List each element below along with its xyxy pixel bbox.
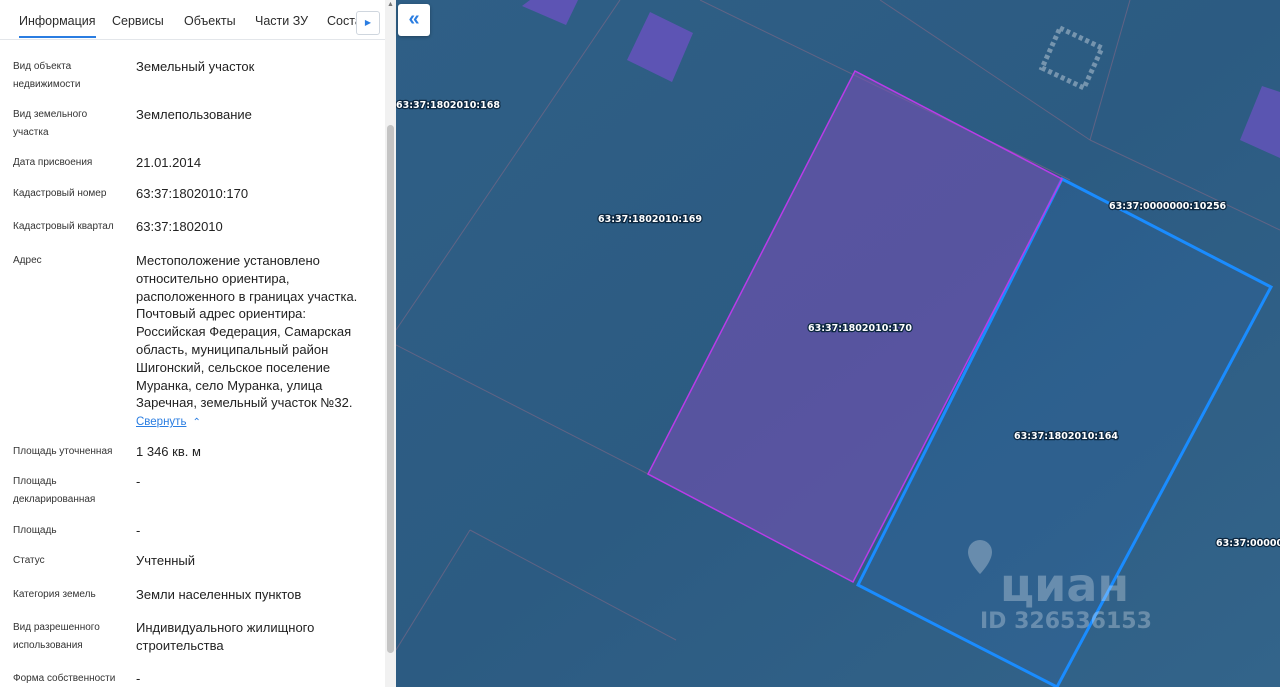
label-cadastral-quarter: Кадастровый квартал (13, 221, 114, 232)
tabs-next-button[interactable]: ▶ (356, 11, 380, 35)
map-view[interactable]: 63:37:1802010:168 63:37:1802010:169 63:3… (396, 0, 1280, 687)
value-assign-date: 21.01.2014 (136, 155, 202, 170)
label-ownership: Форма собственности (13, 673, 116, 684)
label-address: Адрес (13, 255, 42, 266)
value-area: - (136, 523, 141, 538)
map-canvas[interactable]: 63:37:1802010:168 63:37:1802010:169 63:3… (396, 0, 1280, 687)
label-area: Площадь (13, 525, 57, 536)
label-land-type: Вид земельного участка (13, 109, 88, 138)
parcel-label-164: 63:37:1802010:164 (1014, 431, 1118, 442)
value-area-declared: - (136, 474, 141, 489)
parcel-label-168: 63:37:1802010:168 (396, 100, 500, 111)
value-ownership: - (136, 671, 141, 686)
value-land-type: Землепользование (136, 107, 252, 122)
panel-scrollbar[interactable]: ▲ (385, 0, 396, 687)
parcel-label-169: 63:37:1802010:169 (598, 214, 702, 225)
label-area-declared: Площадь декларированная (13, 476, 96, 505)
tab-services[interactable]: Сервисы (112, 0, 164, 38)
tab-parts[interactable]: Части ЗУ (255, 0, 308, 38)
parcel-label-170: 63:37:1802010:170 (808, 323, 912, 334)
value-object-type: Земельный участок (136, 59, 255, 74)
value-area-refined: 1 346 кв. м (136, 444, 201, 459)
value-address-block: Местоположение установлено относительно … (136, 252, 372, 432)
label-status: Статус (13, 555, 45, 566)
scrollbar-thumb[interactable] (387, 125, 394, 653)
value-address: Местоположение установлено относительно … (136, 253, 358, 411)
info-panel: Информация Сервисы Объекты Части ЗУ Сост… (0, 0, 396, 687)
parcel-label-10256: 63:37:0000000:10256 (1109, 201, 1227, 212)
label-land-category: Категория земель (13, 589, 96, 600)
collapse-panel-button[interactable]: « (398, 4, 430, 36)
value-cadastral-number: 63:37:1802010:170 (136, 186, 249, 201)
label-assign-date: Дата присвоения (13, 157, 93, 168)
parcel-label-partial: 63:37:000000 (1216, 538, 1280, 549)
label-permitted-use: Вид разрешенного использования (13, 622, 100, 651)
info-list: Вид объекта недвижимости Земельный участ… (0, 39, 385, 687)
scroll-up-arrow-icon[interactable]: ▲ (386, 0, 395, 10)
chevron-up-icon: ⌃ (192, 417, 201, 429)
collapse-address-link[interactable]: Свернуть ⌃ (136, 414, 201, 432)
value-status: Учтенный (136, 553, 196, 568)
tab-bar: Информация Сервисы Объекты Части ЗУ Сост… (0, 0, 385, 40)
label-object-type: Вид объекта недвижимости (13, 61, 81, 90)
label-area-refined: Площадь уточненная (13, 446, 113, 457)
watermark-id: ID 326536153 (980, 609, 1152, 634)
collapse-label: Свернуть (136, 416, 187, 429)
value-cadastral-quarter: 63:37:1802010 (136, 219, 223, 234)
value-permitted-use: Индивидуального жилищного строительства (136, 620, 315, 653)
double-chevron-left-icon: « (408, 8, 420, 30)
value-land-category: Земли населенных пунктов (136, 587, 302, 602)
tab-information[interactable]: Информация (19, 0, 96, 38)
watermark-brand: циан (1000, 558, 1129, 612)
triangle-right-icon: ▶ (364, 18, 372, 27)
tab-objects[interactable]: Объекты (184, 0, 236, 38)
label-cadastral-number: Кадастровый номер (13, 188, 107, 199)
